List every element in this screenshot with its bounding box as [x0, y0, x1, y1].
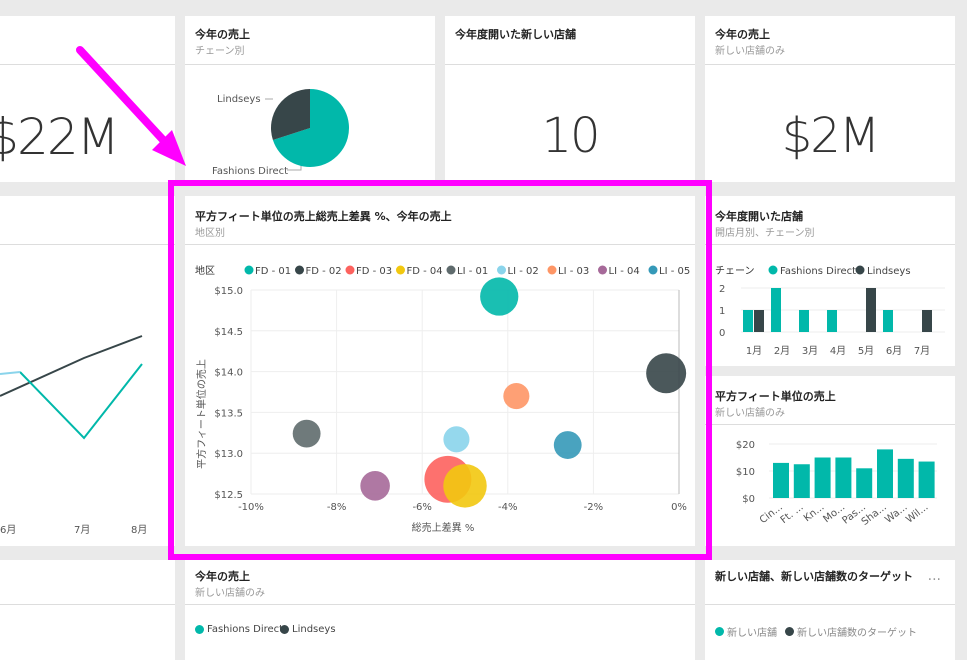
tile-bottom-mid[interactable]: 今年の売上 新しい店舗のみ Fashions Direct Lindseys: [185, 560, 695, 660]
tile-line-chart[interactable]: 6月 7月 8月: [0, 196, 175, 546]
divider: [0, 604, 175, 605]
column-bar: [814, 457, 831, 498]
bar-fashions-direct: [827, 310, 837, 332]
x-tick-label: Wil...: [904, 502, 930, 526]
bar-fashions-direct: [771, 288, 781, 332]
legend-dot: [195, 625, 204, 634]
x-tick-label: Ft. ...: [779, 502, 806, 526]
kpi-value: 10: [541, 108, 600, 164]
y-tick-label: $20: [736, 440, 755, 451]
bar-fashions-direct: [743, 310, 753, 332]
tile-title: 今年度開いた店舗: [715, 210, 803, 223]
y-tick-label: 0: [719, 328, 725, 339]
tile-sales-by-chain[interactable]: 今年の売上 チェーン別 Lindseys Fashions Direct: [185, 16, 435, 182]
legend-label: 新しい店舗: [727, 628, 777, 639]
column-bar: [856, 468, 873, 498]
bar-fashions-direct: [799, 310, 809, 332]
legend-item-fashions-direct: Fashions Direct: [195, 624, 283, 635]
column-bar: [897, 458, 914, 498]
bar-fashions-direct: [883, 310, 893, 332]
tile-title: 新しい店舗、新しい店舗数のターゲット: [715, 570, 913, 583]
column-chart[interactable]: $20$10$0Cin...Ft. ...Kn...Mo...Pas...Sha…: [705, 424, 955, 546]
line-series-teal: [19, 363, 143, 440]
column-bar: [835, 457, 852, 498]
legend-label-lindseys: Lindseys: [867, 266, 911, 277]
tile-left-kpi[interactable]: $22M: [0, 16, 175, 182]
more-options-button[interactable]: ...: [928, 568, 941, 584]
line-chart[interactable]: 6月 7月 8月: [0, 196, 175, 546]
x-tick-label: 3月: [802, 345, 818, 357]
legend-dot: [785, 627, 794, 636]
x-tick-label: 7月: [74, 524, 90, 536]
tile-sales-new-stores[interactable]: 今年の売上 新しい店舗のみ $2M: [705, 16, 955, 182]
x-tick-label: 6月: [886, 345, 902, 357]
legend-item-new-stores: 新しい店舗: [715, 624, 777, 639]
kpi-value: $22M: [0, 108, 120, 166]
y-tick-label: 2: [719, 284, 725, 295]
tile-new-stores[interactable]: 今年度開いた新しい店舗 10: [445, 16, 695, 182]
pie-label-fashions-direct: Fashions Direct: [212, 166, 288, 177]
line-series-faint: [0, 371, 21, 375]
divider: [0, 64, 175, 65]
x-tick-label: 5月: [858, 345, 874, 357]
x-tick-label: Wa...: [883, 502, 909, 526]
clustered-bar-chart[interactable]: チェーン Fashions Direct Lindseys 2 1 0 1月 2月 3月 4…: [705, 244, 955, 366]
legend-dot: [715, 627, 724, 636]
tile-opened-stores[interactable]: 今年度開いた店舗 開店月別、チェーン別 チェーン Fashions Direct…: [705, 196, 955, 366]
x-tick-label: 2月: [774, 345, 790, 357]
legend-label: 新しい店舗数のターゲット: [797, 628, 917, 639]
x-tick-label: Cin...: [758, 502, 785, 526]
divider: [705, 64, 955, 65]
legend-item-lindseys: Lindseys: [280, 624, 336, 635]
legend-label-fashions-direct: Fashions Direct: [780, 266, 856, 277]
y-tick-label: 1: [719, 306, 725, 317]
tile-subtitle: 開店月別、チェーン別: [715, 228, 815, 239]
pie-label-lindseys: Lindseys: [217, 94, 261, 105]
x-tick-label: 1月: [746, 345, 762, 357]
tile-bottom-right[interactable]: 新しい店舗、新しい店舗数のターゲット ... 新しい店舗 新しい店舗数のターゲッ…: [705, 560, 955, 660]
line-series-dark: [0, 335, 143, 397]
tile-sqft-sales[interactable]: 平方フィート単位の売上 新しい店舗のみ $20 $10 $0 Cin... Ft. ..…: [705, 376, 955, 546]
x-tick-label: 6月: [0, 524, 16, 536]
kpi-value: $2M: [781, 108, 881, 164]
bar-lindseys: [754, 310, 764, 332]
column-bar: [918, 461, 935, 498]
column-bar: [773, 462, 789, 498]
divider: [705, 604, 955, 605]
tile-bottom-left[interactable]: [0, 560, 175, 660]
divider: [185, 604, 695, 605]
x-tick-label: 4月: [830, 345, 846, 357]
column-bar: [793, 464, 810, 498]
y-tick-label: $0: [742, 494, 755, 505]
legend-label: Fashions Direct: [207, 624, 284, 635]
bar-lindseys: [866, 288, 876, 332]
legend-dot: [280, 625, 289, 634]
tile-title: 今年度開いた新しい店舗: [455, 28, 576, 41]
legend-title: チェーン: [715, 265, 755, 277]
column-bar: [877, 449, 893, 498]
highlight-frame: [168, 180, 712, 560]
tile-subtitle: 新しい店舗のみ: [715, 408, 785, 419]
tile-title: 今年の売上: [715, 28, 770, 41]
tile-title: 今年の売上: [195, 28, 250, 41]
pie-chart[interactable]: Lindseys Fashions Direct: [185, 64, 435, 182]
tile-subtitle: 新しい店舗のみ: [195, 588, 265, 599]
legend-dot-fashions-direct: [768, 265, 778, 275]
y-tick-label: $10: [736, 467, 755, 478]
tile-title: 今年の売上: [195, 570, 250, 583]
tile-subtitle: チェーン別: [195, 46, 245, 57]
x-tick-label: Kn...: [802, 502, 826, 524]
bar-lindseys: [922, 310, 932, 332]
divider: [445, 64, 695, 65]
x-tick-label: 8月: [131, 524, 147, 536]
legend-label: Lindseys: [292, 624, 336, 635]
tile-title: 平方フィート単位の売上: [715, 390, 836, 403]
tile-subtitle: 新しい店舗のみ: [715, 46, 785, 57]
legend-dot-lindseys: [855, 265, 865, 275]
legend-item-target: 新しい店舗数のターゲット: [785, 624, 917, 639]
x-tick-label: 7月: [914, 345, 930, 357]
